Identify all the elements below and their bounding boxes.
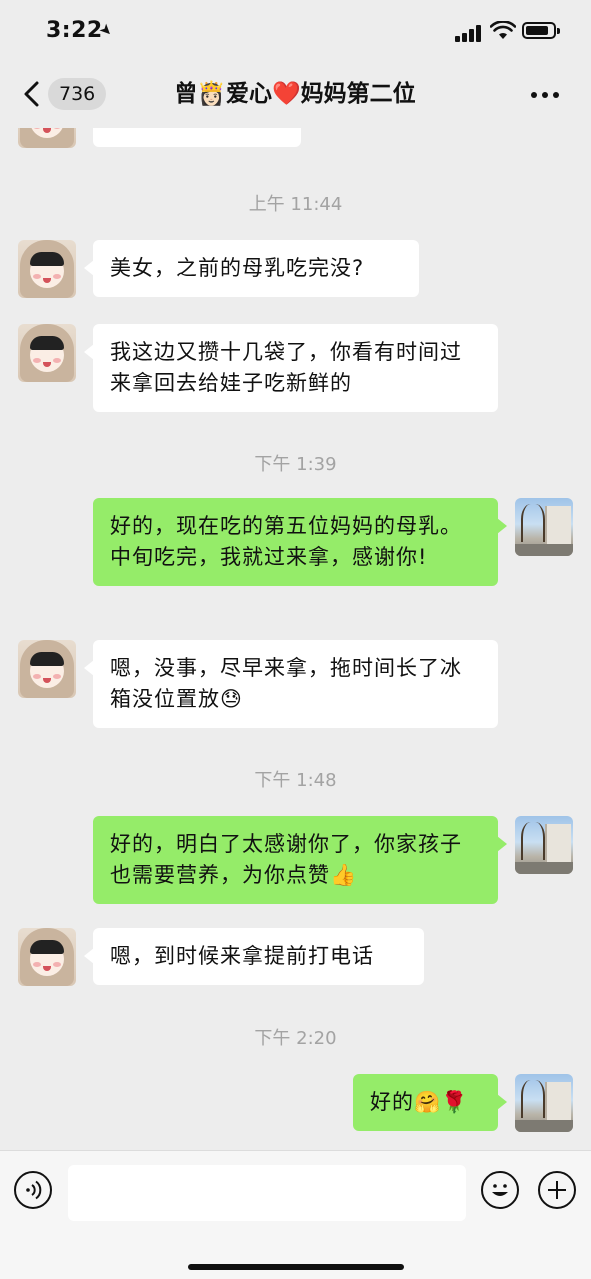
message-row: 好的，现在吃的第五位妈妈的母乳。中旬吃完，我就过来拿，感谢你! bbox=[0, 498, 591, 618]
status-time: 3:22 bbox=[46, 18, 103, 43]
message-bubble[interactable]: 嗯嗯，加涎好的 bbox=[93, 128, 301, 147]
battery-icon bbox=[522, 22, 560, 39]
chevron-left-icon[interactable] bbox=[20, 80, 44, 108]
message-row: 美女，之前的母乳吃完没? bbox=[0, 240, 591, 300]
message-row: 我这边又攒十几袋了，你看有时间过来拿回去给娃子吃新鲜的 bbox=[0, 324, 591, 414]
chat-header: 736 曾👸🏻爱心❤️妈妈第二位 bbox=[0, 60, 591, 128]
cellular-signal-icon bbox=[455, 24, 483, 42]
my-avatar[interactable] bbox=[515, 1074, 573, 1132]
my-avatar[interactable] bbox=[515, 816, 573, 874]
message-list[interactable]: 嗯嗯，加涎好的 上午 11:44 美女，之前的母乳吃完没? 我这边又攒十几袋了，… bbox=[0, 128, 591, 1150]
contact-avatar[interactable] bbox=[18, 240, 76, 298]
input-bar bbox=[0, 1150, 591, 1279]
voice-input-icon[interactable] bbox=[14, 1171, 52, 1209]
my-avatar[interactable] bbox=[515, 498, 573, 556]
contact-avatar[interactable] bbox=[18, 128, 76, 148]
message-bubble[interactable]: 好的，现在吃的第五位妈妈的母乳。中旬吃完，我就过来拿，感谢你! bbox=[93, 498, 507, 586]
message-row: 嗯嗯，加涎好的 bbox=[0, 128, 591, 150]
message-bubble[interactable]: 好的，明白了太感谢你了，你家孩子也需要营养，为你点赞👍 bbox=[93, 816, 507, 904]
wifi-icon bbox=[490, 21, 516, 39]
status-bar: 3:22 ➤ bbox=[0, 0, 591, 60]
message-bubble[interactable]: 嗯，没事，尽早来拿，拖时间长了冰箱没位置放😓 bbox=[84, 640, 498, 728]
message-row: 嗯，到时候来拿提前打电话 bbox=[0, 928, 591, 988]
contact-avatar[interactable] bbox=[18, 928, 76, 986]
message-row: 好的🤗🌹 bbox=[0, 1074, 591, 1134]
more-dots-icon[interactable] bbox=[530, 82, 570, 106]
plus-icon[interactable] bbox=[538, 1171, 576, 1209]
contact-avatar[interactable] bbox=[18, 324, 76, 382]
unread-count-badge[interactable]: 736 bbox=[48, 78, 107, 110]
message-timestamp: 下午 1:39 bbox=[254, 454, 337, 475]
chat-title: 曾👸🏻爱心❤️妈妈第二位 bbox=[174, 81, 416, 107]
message-bubble[interactable]: 美女，之前的母乳吃完没? bbox=[84, 240, 419, 297]
message-row: 嗯，没事，尽早来拿，拖时间长了冰箱没位置放😓 bbox=[0, 640, 591, 730]
emoji-icon[interactable] bbox=[481, 1171, 519, 1209]
home-indicator[interactable] bbox=[188, 1264, 404, 1270]
message-timestamp: 下午 1:48 bbox=[254, 770, 337, 791]
message-row: 好的，明白了太感谢你了，你家孩子也需要营养，为你点赞👍 bbox=[0, 816, 591, 906]
message-timestamp: 下午 2:20 bbox=[254, 1028, 337, 1049]
message-input[interactable] bbox=[68, 1165, 466, 1221]
message-bubble[interactable]: 好的🤗🌹 bbox=[353, 1074, 507, 1131]
contact-avatar[interactable] bbox=[18, 640, 76, 698]
message-bubble[interactable]: 我这边又攒十几袋了，你看有时间过来拿回去给娃子吃新鲜的 bbox=[84, 324, 498, 412]
message-bubble[interactable]: 嗯，到时候来拿提前打电话 bbox=[84, 928, 424, 985]
message-timestamp: 上午 11:44 bbox=[248, 194, 343, 215]
